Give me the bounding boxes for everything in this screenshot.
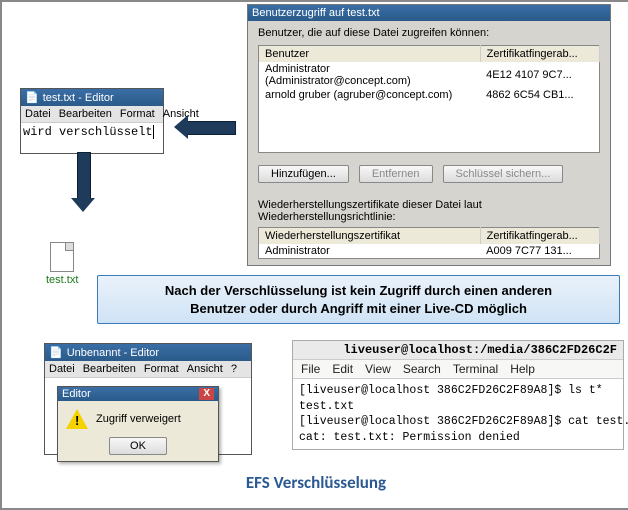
col-user[interactable]: Benutzer [259,46,481,63]
editor1-titlebar[interactable]: 📄 test.txt - Editor [21,89,163,106]
menu-file[interactable]: Datei [25,108,51,120]
menu-file[interactable]: Datei [49,363,75,375]
menu-edit[interactable]: Bearbeiten [59,108,112,120]
efs-access-dialog: Benutzerzugriff auf test.txt Benutzer, d… [247,4,611,266]
editor1-title: test.txt - Editor [43,92,114,104]
cell-thumb: 4E12 4107 9C7... [480,62,599,88]
recovery-label: Wiederherstellungszertifikate dieser Dat… [258,199,600,223]
efs-title: Benutzerzugriff auf test.txt [252,7,380,19]
arrow-left-icon [174,115,234,139]
editor2-titlebar[interactable]: 📄 Unbenannt - Editor [45,344,251,361]
efs-intro: Benutzer, die auf diese Datei zugreifen … [258,27,600,39]
cell-user: Administrator (Administrator@concept.com… [259,62,481,88]
term-menu-file[interactable]: File [301,362,320,376]
menu-format[interactable]: Format [144,363,179,375]
term-menu-edit[interactable]: Edit [332,362,353,376]
add-button[interactable]: Hinzufügen... [258,165,349,183]
table-row[interactable]: Administrator A009 7C77 131... [259,244,600,259]
term-line: [liveuser@localhost 386C2FD26C2F89A8]$ l… [299,384,603,397]
term-menu-terminal[interactable]: Terminal [453,362,498,376]
editor-window-1: 📄 test.txt - Editor Datei Bearbeiten For… [20,88,164,154]
editor1-menubar: Datei Bearbeiten Format Ansicht [21,106,163,123]
editor2-title: Unbenannt - Editor [67,347,159,359]
table-row[interactable]: arnold gruber (agruber@concept.com) 4862… [259,88,600,102]
banner-line2: Benutzer oder durch Angriff mit einer Li… [106,300,611,318]
banner-line1: Nach der Verschlüsselung ist kein Zugrif… [106,282,611,300]
editor-window-2: 📄 Unbenannt - Editor Datei Bearbeiten Fo… [44,343,252,455]
notepad-icon: 📄 [49,346,63,359]
efs-titlebar[interactable]: Benutzerzugriff auf test.txt [248,5,610,21]
terminal-title: liveuser@localhost:/media/386C2FD26C2F [293,341,623,360]
error-dialog: Editor X Zugriff verweigert OK [57,386,219,462]
editor2-menubar: Datei Bearbeiten Format Ansicht ? [45,361,251,378]
cell-recov-thumb: A009 7C77 131... [480,244,599,259]
term-line: [liveuser@localhost 386C2FD26C2F89A8]$ c… [299,415,628,428]
notepad-icon: 📄 [25,91,39,104]
menu-view[interactable]: Ansicht [187,363,223,375]
editor1-content: wird verschlüsselt [23,125,153,139]
col-recov-thumb[interactable]: Zertifikatfingerab... [480,228,599,245]
term-menu-view[interactable]: View [365,362,391,376]
terminal-output[interactable]: [liveuser@localhost 386C2FD26C2F89A8]$ l… [293,379,623,449]
menu-edit[interactable]: Bearbeiten [83,363,136,375]
col-thumb[interactable]: Zertifikatfingerab... [480,46,599,63]
page-icon [50,242,74,272]
arrow-down-icon [71,152,95,212]
term-menu-help[interactable]: Help [510,362,535,376]
editor1-textarea[interactable]: wird verschlüsselt [21,123,163,153]
menu-format[interactable]: Format [120,108,155,120]
menu-help[interactable]: ? [231,363,237,375]
page-title: EFS Verschlüsselung [2,472,628,493]
term-line: test.txt [299,400,354,413]
cell-thumb: 4862 6C54 CB1... [480,88,599,102]
col-recov-cert[interactable]: Wiederherstellungszertifikat [259,228,481,245]
term-line: cat: test.txt: Permission denied [299,431,520,444]
cell-user: arnold gruber (agruber@concept.com) [259,88,481,102]
close-icon[interactable]: X [199,388,214,400]
terminal-window: liveuser@localhost:/media/386C2FD26C2F F… [292,340,624,450]
remove-button: Entfernen [359,165,433,183]
recovery-table: Wiederherstellungszertifikat Zertifikatf… [258,227,600,259]
cell-recov-cert: Administrator [259,244,481,259]
error-text: Zugriff verweigert [96,413,181,425]
info-banner: Nach der Verschlüsselung ist kein Zugrif… [97,275,620,324]
table-row[interactable]: Administrator (Administrator@concept.com… [259,62,600,88]
efs-users-table: Benutzer Zertifikatfingerab... Administr… [258,45,600,153]
file-label: test.txt [46,274,78,286]
term-menu-search[interactable]: Search [403,362,441,376]
terminal-menubar: File Edit View Search Terminal Help [293,360,623,379]
encrypted-file-icon[interactable]: test.txt [46,242,78,286]
error-title: Editor [62,388,91,400]
warning-icon [66,409,88,429]
backup-key-button: Schlüssel sichern... [443,165,564,183]
ok-button[interactable]: OK [109,437,167,455]
